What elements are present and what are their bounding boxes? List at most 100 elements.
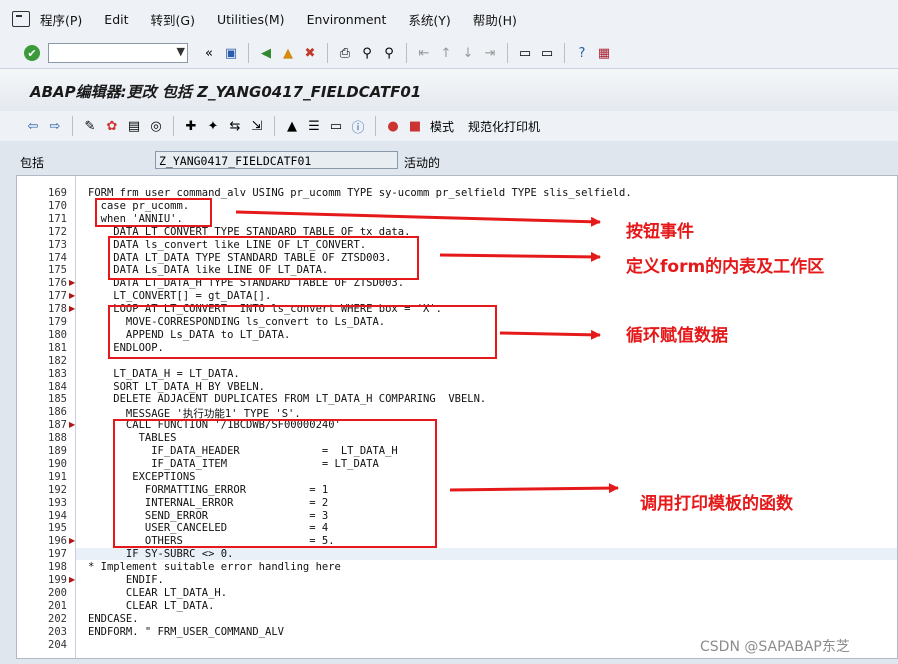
menu-environment[interactable]: Environment xyxy=(307,12,387,27)
active-inactive-icon[interactable]: ✿ xyxy=(103,117,121,135)
line-number: 175 xyxy=(48,264,67,277)
menu-program[interactable]: 程序(P) xyxy=(40,10,82,29)
cancel-icon[interactable]: ✖ xyxy=(301,44,319,62)
test-icon[interactable]: ✦ xyxy=(204,117,222,135)
stop-icon[interactable]: ■ xyxy=(406,117,424,135)
code-line[interactable]: CLEAR LT_DATA_H. xyxy=(88,587,227,599)
previous-page-icon[interactable]: ↑ xyxy=(437,44,455,62)
include-row: 包括 Z_YANG0417_FIELDCATF01 活动的 xyxy=(0,146,898,172)
exit-icon[interactable]: ▲ xyxy=(279,44,297,62)
fold-marker-icon[interactable]: ▶ xyxy=(69,278,75,287)
layout-menu-icon[interactable]: ▦ xyxy=(595,44,613,62)
shortcut-icon[interactable]: ▭ xyxy=(538,44,556,62)
toolbar-separator xyxy=(274,116,275,136)
back-icon[interactable]: ◀ xyxy=(257,44,275,62)
line-number: 189 xyxy=(48,445,67,457)
fold-marker-icon[interactable]: ▶ xyxy=(69,304,75,313)
annotation-call-print-function: 调用打印模板的函数 xyxy=(640,494,793,514)
code-line[interactable]: ENDFORM. " FRM_USER_COMMAND_ALV xyxy=(88,626,284,638)
code-line[interactable]: DELETE ADJACENT DUPLICATES FROM LT_DATA_… xyxy=(88,393,486,405)
line-number: 204 xyxy=(48,638,67,651)
first-page-icon[interactable]: ⇤ xyxy=(415,44,433,62)
annotation-box-button-event xyxy=(95,198,212,227)
info-icon[interactable]: ⓘ xyxy=(349,117,367,136)
navigate-icon[interactable]: ⇲ xyxy=(248,117,266,135)
annotation-box-loop xyxy=(108,305,497,359)
other-object-icon[interactable]: ▤ xyxy=(125,117,143,135)
line-number: 198 xyxy=(48,561,67,574)
app-menu-icon[interactable] xyxy=(12,11,30,27)
line-number: 176 xyxy=(48,277,67,290)
code-line[interactable]: SORT LT_DATA_H BY VBELN. xyxy=(88,381,265,393)
line-number: 183 xyxy=(48,367,67,380)
command-field[interactable]: ▼ xyxy=(48,43,188,63)
line-number: 190 xyxy=(48,457,67,470)
include-name-field[interactable]: Z_YANG0417_FIELDCATF01 xyxy=(155,151,398,169)
menu-goto[interactable]: 转到(G) xyxy=(151,10,195,29)
code-line[interactable]: * Implement suitable error handling here xyxy=(88,561,341,573)
menu-utilities[interactable]: Utilities(M) xyxy=(217,12,285,27)
check-icon[interactable]: ◎ xyxy=(147,117,165,135)
line-number: 193 xyxy=(48,496,67,509)
line-number: 188 xyxy=(48,432,67,445)
last-page-icon[interactable]: ⇥ xyxy=(481,44,499,62)
code-line[interactable]: IF SY-SUBRC <> 0. xyxy=(88,548,233,560)
menu-help[interactable]: 帮助(H) xyxy=(473,10,517,29)
save-icon[interactable]: ▣ xyxy=(222,44,240,62)
activate-icon[interactable]: ✚ xyxy=(182,117,200,135)
toolbar-separator xyxy=(248,43,249,63)
chevron-down-icon[interactable]: ▼ xyxy=(177,45,185,58)
annotation-define-tables: 定义form的内表及工作区 xyxy=(626,257,825,277)
annotation-box-definitions xyxy=(108,236,419,280)
fold-marker-icon[interactable]: ▶ xyxy=(69,536,75,545)
line-number: 191 xyxy=(48,470,67,483)
fold-marker-icon[interactable]: ▶ xyxy=(69,575,75,584)
fold-marker-icon[interactable]: ▶ xyxy=(69,420,75,429)
line-number: 202 xyxy=(48,612,67,625)
code-line[interactable]: ENDIF. xyxy=(88,574,164,586)
line-number: 170 xyxy=(48,199,67,212)
print-icon[interactable]: ⎙ xyxy=(336,44,354,62)
toolbar-separator xyxy=(507,43,508,63)
pretty-printer-button[interactable]: 规范化打印机 xyxy=(468,118,540,135)
page-title: ABAP编辑器:更改 包括 Z_YANG0417_FIELDCATF01 xyxy=(30,83,422,101)
screen-title-bar: ABAP编辑器:更改 包括 Z_YANG0417_FIELDCATF01 xyxy=(0,69,898,112)
display-change-icon[interactable]: ✎ xyxy=(81,117,99,135)
back-arrow-icon[interactable]: ⇦ xyxy=(24,117,42,135)
object-list-icon[interactable]: ☰ xyxy=(305,117,323,135)
menu-bar: 程序(P) Edit 转到(G) Utilities(M) Environmen… xyxy=(0,0,898,38)
code-line[interactable]: LT_CONVERT[] = gt_DATA[]. xyxy=(88,290,271,302)
collapse-icon[interactable]: « xyxy=(200,44,218,62)
toolbar-separator xyxy=(375,116,376,136)
line-number: 181 xyxy=(48,341,67,354)
line-number: 186 xyxy=(48,406,67,419)
enter-check-icon[interactable]: ✔ xyxy=(24,45,40,61)
line-number: 182 xyxy=(48,354,67,367)
find-icon[interactable]: ⚲ xyxy=(358,44,376,62)
where-used-icon[interactable]: ⇆ xyxy=(226,117,244,135)
code-line[interactable]: ENDCASE. xyxy=(88,613,139,625)
fold-marker-icon[interactable]: ▶ xyxy=(69,291,75,300)
annotation-box-function-call xyxy=(113,419,437,548)
next-page-icon[interactable]: ↓ xyxy=(459,44,477,62)
new-session-icon[interactable]: ▭ xyxy=(516,44,534,62)
toolbar-separator xyxy=(327,43,328,63)
code-line[interactable]: LT_DATA_H = LT_DATA. xyxy=(88,368,239,380)
line-number: 184 xyxy=(48,380,67,393)
forward-arrow-icon[interactable]: ⇨ xyxy=(46,117,64,135)
menu-edit[interactable]: Edit xyxy=(104,12,128,27)
line-number: 194 xyxy=(48,509,67,522)
help-icon[interactable]: ? xyxy=(573,44,591,62)
breakpoint-icon[interactable]: ● xyxy=(384,117,402,135)
line-number: 185 xyxy=(48,393,67,406)
window-icon[interactable]: ▭ xyxy=(327,117,345,135)
code-line[interactable]: CLEAR LT_DATA. xyxy=(88,600,215,612)
status-text: 活动的 xyxy=(404,156,441,170)
line-number: 171 xyxy=(48,212,67,225)
mode-button[interactable]: 模式 xyxy=(430,118,454,135)
find-next-icon[interactable]: ⚲ xyxy=(380,44,398,62)
toolbar-separator xyxy=(406,43,407,63)
hierarchy-icon[interactable]: ▲ xyxy=(283,117,301,135)
line-number: 172 xyxy=(48,225,67,238)
menu-system[interactable]: 系统(Y) xyxy=(408,10,450,29)
